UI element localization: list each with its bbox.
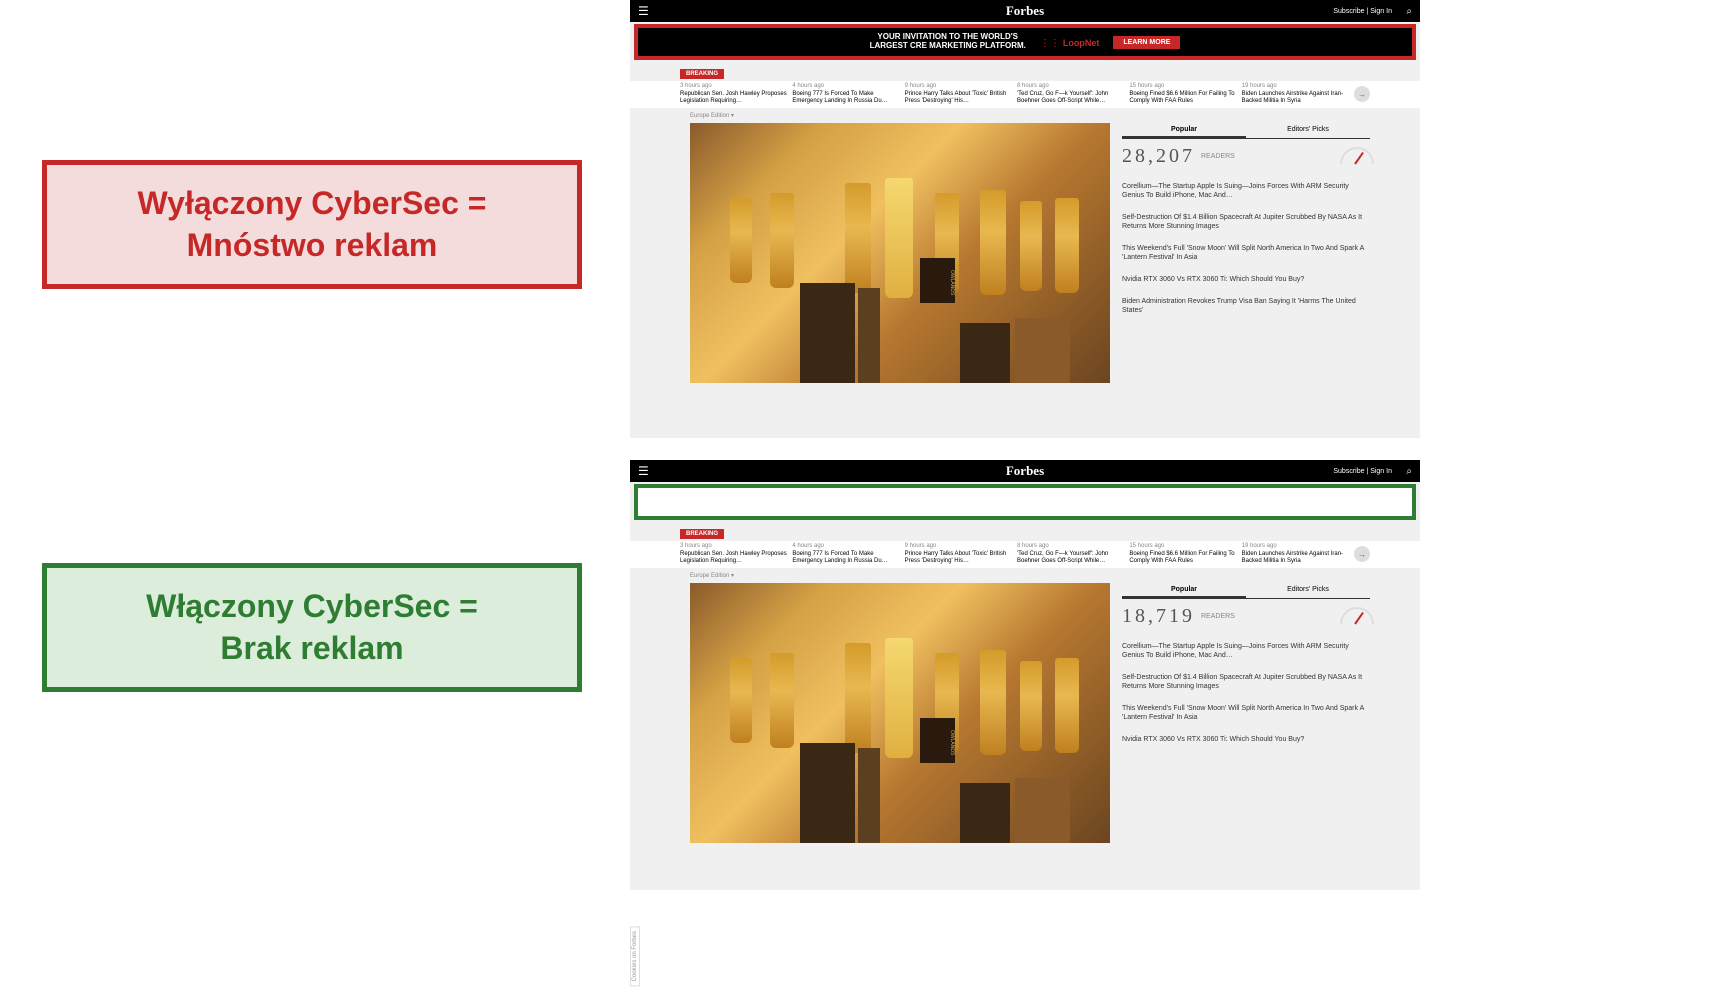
edition-selector[interactable]: Europe Edition ▾	[690, 572, 1420, 579]
popular-item[interactable]: Corellium—The Startup Apple Is Suing—Joi…	[1122, 176, 1370, 207]
tab-editors-picks[interactable]: Editors' Picks	[1246, 123, 1370, 138]
news-item[interactable]: 9 hours agoPrince Harry Talks About 'Tox…	[905, 543, 1013, 566]
main-content: OWLANDS Popular Editors' Picks 18,719 RE…	[630, 583, 1420, 843]
forbes-header: ☰ Forbes Subscribe | Sign In ⌕	[630, 0, 1420, 22]
ad-brand: ⋮⋮LoopNet	[1040, 33, 1100, 51]
readers-count: 18,719	[1122, 605, 1195, 628]
cybersec-off-label: Wyłączony CyberSec = Mnóstwo reklam	[42, 160, 582, 289]
readers-counter: 28,207 READERS	[1122, 145, 1370, 168]
empty-ad-slot-highlighted	[634, 484, 1416, 520]
label-line: Wyłączony CyberSec =	[138, 185, 487, 221]
edition-selector[interactable]: Europe Edition ▾	[690, 112, 1420, 119]
popular-sidebar: Popular Editors' Picks 28,207 READERS Co…	[1122, 123, 1370, 383]
breaking-badge: BREAKING	[680, 69, 724, 79]
news-item[interactable]: 3 hours agoRepublican Sen. Josh Hawley P…	[680, 543, 788, 566]
hero-image[interactable]: OWLANDS	[690, 123, 1110, 383]
readers-count: 28,207	[1122, 145, 1195, 168]
news-item[interactable]: 8 hours ago'Ted Cruz, Go F—k Yourself': …	[1017, 83, 1125, 106]
popular-item[interactable]: Biden Administration Revokes Trump Visa …	[1122, 291, 1370, 322]
news-item[interactable]: 15 hours agoBoeing Fined $6.6 Million Fo…	[1129, 543, 1237, 566]
screenshot-cybersec-off: ☰ Forbes Subscribe | Sign In ⌕ YOUR INVI…	[630, 0, 1420, 438]
label-line: Włączony CyberSec =	[146, 588, 478, 624]
gauge-icon	[1340, 606, 1370, 626]
popular-item[interactable]: This Weekend's Full 'Snow Moon' Will Spl…	[1122, 238, 1370, 269]
cookies-tab[interactable]: Cookies on Forbes	[630, 926, 640, 986]
news-item[interactable]: 4 hours agoBoeing 777 Is Forced To Make …	[792, 83, 900, 106]
forbes-logo[interactable]: Forbes	[1006, 3, 1044, 19]
news-item[interactable]: 4 hours agoBoeing 777 Is Forced To Make …	[792, 543, 900, 566]
cybersec-on-label: Włączony CyberSec = Brak reklam	[42, 563, 582, 692]
subscribe-link[interactable]: Subscribe | Sign In	[1333, 8, 1392, 15]
next-arrow-icon[interactable]: →	[1354, 546, 1370, 562]
popular-item[interactable]: Nvidia RTX 3060 Vs RTX 3060 Ti: Which Sh…	[1122, 729, 1370, 751]
news-item[interactable]: 3 hours agoRepublican Sen. Josh Hawley P…	[680, 83, 788, 106]
news-item[interactable]: 9 hours agoPrince Harry Talks About 'Tox…	[905, 83, 1013, 106]
breaking-badge: BREAKING	[680, 529, 724, 539]
menu-icon[interactable]: ☰	[638, 4, 649, 18]
popular-item[interactable]: This Weekend's Full 'Snow Moon' Will Spl…	[1122, 698, 1370, 729]
screenshot-cybersec-on: ☰ Forbes Subscribe | Sign In ⌕ BREAKING …	[630, 460, 1420, 890]
news-item[interactable]: 19 hours agoBiden Launches Airstrike Aga…	[1242, 83, 1350, 106]
news-ticker: 3 hours agoRepublican Sen. Josh Hawley P…	[630, 81, 1420, 108]
popular-item[interactable]: Corellium—The Startup Apple Is Suing—Joi…	[1122, 636, 1370, 667]
label-line: Mnóstwo reklam	[187, 227, 438, 263]
news-item[interactable]: 8 hours ago'Ted Cruz, Go F—k Yourself': …	[1017, 543, 1125, 566]
subscribe-link[interactable]: Subscribe | Sign In	[1333, 468, 1392, 475]
readers-counter: 18,719 READERS	[1122, 605, 1370, 628]
forbes-logo[interactable]: Forbes	[1006, 463, 1044, 479]
tab-popular[interactable]: Popular	[1122, 123, 1246, 138]
news-item[interactable]: 15 hours agoBoeing Fined $6.6 Million Fo…	[1129, 83, 1237, 106]
main-content: OWLANDS Popular Editors' Picks 28,207 RE…	[630, 123, 1420, 383]
label-line: Brak reklam	[220, 630, 403, 666]
ad-banner-highlighted: YOUR INVITATION TO THE WORLD'S LARGEST C…	[634, 24, 1416, 60]
gauge-icon	[1340, 146, 1370, 166]
ad-copy: YOUR INVITATION TO THE WORLD'S LARGEST C…	[870, 33, 1026, 51]
forbes-header: ☰ Forbes Subscribe | Sign In ⌕	[630, 460, 1420, 482]
ad-cta-button[interactable]: LEARN MORE	[1113, 36, 1180, 49]
popular-sidebar: Popular Editors' Picks 18,719 READERS Co…	[1122, 583, 1370, 843]
search-icon[interactable]: ⌕	[1406, 466, 1412, 477]
menu-icon[interactable]: ☰	[638, 464, 649, 478]
popular-item[interactable]: Nvidia RTX 3060 Vs RTX 3060 Ti: Which Sh…	[1122, 269, 1370, 291]
tab-editors-picks[interactable]: Editors' Picks	[1246, 583, 1370, 598]
news-item[interactable]: 19 hours agoBiden Launches Airstrike Aga…	[1242, 543, 1350, 566]
popular-item[interactable]: Self-Destruction Of $1.4 Billion Spacecr…	[1122, 207, 1370, 238]
hero-image[interactable]: OWLANDS	[690, 583, 1110, 843]
news-ticker: 3 hours agoRepublican Sen. Josh Hawley P…	[630, 541, 1420, 568]
next-arrow-icon[interactable]: →	[1354, 86, 1370, 102]
popular-item[interactable]: Self-Destruction Of $1.4 Billion Spacecr…	[1122, 667, 1370, 698]
search-icon[interactable]: ⌕	[1406, 6, 1412, 17]
tab-popular[interactable]: Popular	[1122, 583, 1246, 598]
